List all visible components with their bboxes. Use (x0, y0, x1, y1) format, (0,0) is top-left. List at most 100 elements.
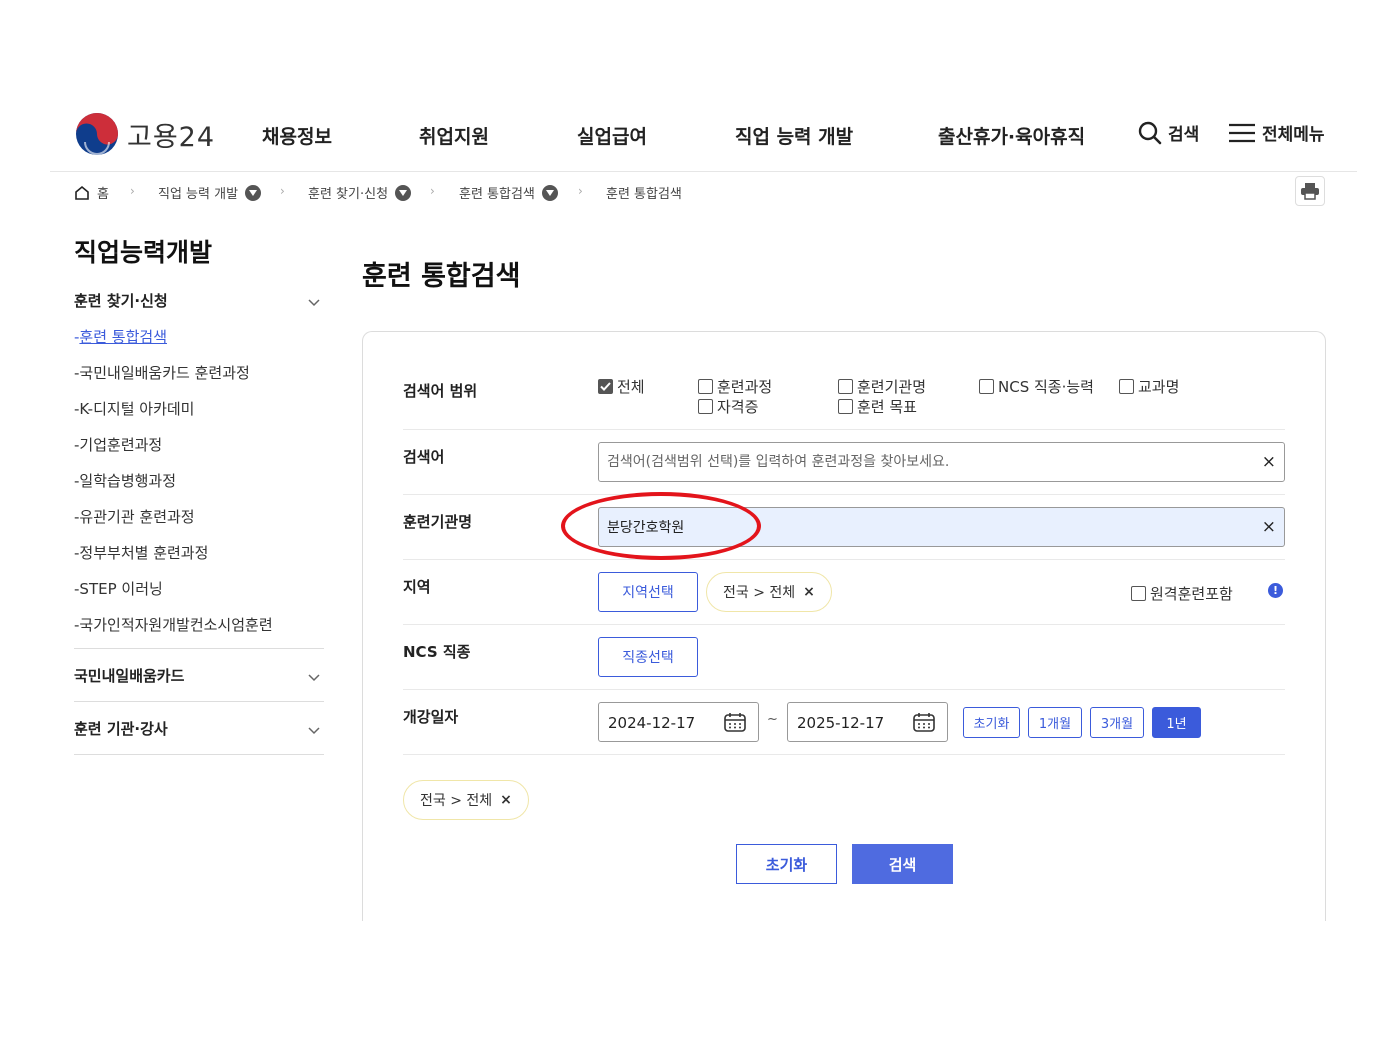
ncs-select-button[interactable]: 직종선택 (598, 637, 698, 677)
selected-filter-tag: 전국 > 전체 × (403, 780, 529, 820)
keyword-row: 검색어 × (403, 430, 1285, 495)
divider (74, 701, 324, 702)
keyword-field: × (598, 442, 1285, 482)
sidebar-sublist: -훈련 통합검색 -국민내일배움카드 훈련과정 -K-디지털 아카데미 -기업훈… (74, 326, 324, 650)
divider (74, 754, 324, 755)
nav-item-employment-support[interactable]: 취업지원 (419, 122, 489, 149)
checkbox-checked-icon (598, 379, 613, 394)
sidebar-item-work-study[interactable]: -일학습병행과정 (74, 470, 324, 506)
close-icon[interactable]: × (1262, 517, 1276, 537)
logo[interactable]: 고용24 (75, 112, 215, 156)
taegeuk-logo-icon (76, 113, 118, 155)
checkbox-icon (979, 379, 994, 394)
info-icon[interactable]: ! (1268, 583, 1283, 598)
chevron-down-icon (308, 299, 320, 307)
site-header: 고용24 채용정보 취업지원 실업급여 직업 능력 개발 출산휴가·육아휴직 검… (50, 100, 1357, 172)
search-label: 검색 (1168, 125, 1200, 145)
printer-icon (1301, 183, 1319, 200)
keyword-input[interactable] (607, 443, 1247, 481)
breadcrumb-separator-icon: › (280, 184, 285, 198)
start-date-field[interactable]: 2024-12-17 (598, 702, 759, 742)
divider (74, 648, 324, 649)
sidebar-item-k-digital-academy[interactable]: -K-디지털 아카데미 (74, 398, 324, 434)
region-tag: 전국 > 전체 × (706, 572, 832, 612)
scope-checkbox-ncs[interactable]: NCS 직종·능력 (979, 376, 1094, 397)
breadcrumb-separator-icon: › (578, 184, 583, 198)
end-date-field[interactable]: 2025-12-17 (787, 702, 948, 742)
nav-item-jobs[interactable]: 채용정보 (262, 122, 332, 149)
sidebar-group-naeil-card[interactable]: 국민내일배움카드 (74, 665, 324, 701)
breadcrumb-separator-icon: › (130, 184, 135, 198)
search-submit-button[interactable]: 검색 (852, 844, 953, 884)
sidebar-item-step-elearning[interactable]: -STEP 이러닝 (74, 578, 324, 614)
sidebar-group-training-find[interactable]: 훈련 찾기·신청 (74, 290, 324, 326)
checkbox-icon (1131, 586, 1146, 601)
sidebar-item-ministry-training[interactable]: -정부부처별 훈련과정 (74, 542, 324, 578)
keyword-label: 검색어 (403, 448, 445, 466)
chevron-down-icon[interactable] (395, 184, 412, 201)
tag-remove-icon[interactable]: × (500, 792, 512, 808)
sidebar-item-related-agency[interactable]: -유관기관 훈련과정 (74, 506, 324, 542)
nav-item-vocational-training[interactable]: 직업 능력 개발 (735, 122, 853, 149)
date-separator: ~ (767, 712, 778, 727)
nav-item-unemployment-benefit[interactable]: 실업급여 (577, 122, 647, 149)
sidebar-group-institution-instructor[interactable]: 훈련 기관·강사 (74, 718, 324, 754)
region-select-button[interactable]: 지역선택 (598, 572, 698, 612)
institution-input[interactable] (607, 508, 1247, 546)
print-button[interactable] (1295, 176, 1325, 206)
remote-training-checkbox[interactable]: 원격훈련포함 (1131, 583, 1233, 604)
chevron-down-icon[interactable] (541, 184, 558, 201)
ncs-label: NCS 직종 (403, 643, 471, 661)
checkbox-icon (838, 379, 853, 394)
breadcrumb-home[interactable]: 홈 (74, 183, 109, 202)
breadcrumb-item-vocational[interactable]: 직업 능력 개발 (158, 183, 262, 202)
breadcrumb-current: 훈련 통합검색 (606, 187, 682, 202)
region-row: 지역 지역선택 전국 > 전체 × 원격훈련포함 ! (403, 560, 1285, 625)
search-form: 검색어 범위 전체 훈련과정 자격증 훈련기관명 훈련 목표 NCS 직종·능력 (362, 331, 1326, 921)
checkbox-icon (698, 379, 713, 394)
reset-button[interactable]: 초기화 (736, 844, 837, 884)
sidebar-item-integrated-search[interactable]: -훈련 통합검색 (74, 326, 324, 362)
chevron-down-icon[interactable] (245, 184, 262, 201)
tag-remove-icon[interactable]: × (803, 584, 815, 600)
chevron-down-icon (308, 727, 320, 735)
period-label: 개강일자 (403, 708, 459, 726)
all-menu-button[interactable]: 전체메뉴 (1228, 120, 1325, 145)
scope-checkbox-subject[interactable]: 교과명 (1119, 376, 1179, 397)
period-reset-button[interactable]: 초기화 (963, 707, 1020, 738)
scope-checkbox-certificate[interactable]: 자격증 (698, 396, 758, 417)
scope-checkbox-institution[interactable]: 훈련기관명 (838, 376, 926, 397)
breadcrumb-separator-icon: › (430, 184, 435, 198)
all-menu-label: 전체메뉴 (1262, 125, 1325, 145)
search-icon (1138, 121, 1162, 144)
scope-label: 검색어 범위 (403, 382, 478, 400)
scope-checkbox-all[interactable]: 전체 (598, 376, 645, 397)
scope-checkbox-goal[interactable]: 훈련 목표 (838, 396, 917, 417)
scope-checkbox-course[interactable]: 훈련과정 (698, 376, 772, 397)
chevron-down-icon (308, 674, 320, 682)
sidebar-nav: 훈련 찾기·신청 -훈련 통합검색 -국민내일배움카드 훈련과정 -K-디지털 … (74, 290, 324, 755)
end-date-value: 2025-12-17 (797, 714, 885, 732)
sidebar-item-consortium-training[interactable]: -국가인적자원개발컨소시엄훈련 (74, 614, 324, 650)
institution-row: 훈련기관명 × (403, 495, 1285, 560)
hamburger-menu-icon (1229, 123, 1255, 142)
period-3month-button[interactable]: 3개월 (1090, 707, 1144, 738)
calendar-icon[interactable] (724, 712, 746, 732)
sidebar-title: 직업능력개발 (74, 238, 213, 267)
ncs-row: NCS 직종 직종선택 (403, 625, 1285, 690)
sidebar-item-naeil-card-course[interactable]: -국민내일배움카드 훈련과정 (74, 362, 324, 398)
logo-text: 고용24 (127, 121, 216, 153)
start-date-value: 2024-12-17 (608, 714, 696, 732)
breadcrumb-item-integrated-search[interactable]: 훈련 통합검색 (459, 183, 558, 202)
close-icon[interactable]: × (1262, 452, 1276, 472)
period-1month-button[interactable]: 1개월 (1028, 707, 1082, 738)
nav-item-parental-leave[interactable]: 출산휴가·육아휴직 (938, 122, 1085, 149)
breadcrumb-item-training-find[interactable]: 훈련 찾기·신청 (308, 183, 412, 202)
checkbox-icon (698, 399, 713, 414)
period-1year-button[interactable]: 1년 (1152, 707, 1201, 738)
checkbox-icon (1119, 379, 1134, 394)
calendar-icon[interactable] (913, 712, 935, 732)
sidebar-item-corporate-training[interactable]: -기업훈련과정 (74, 434, 324, 470)
search-button[interactable]: 검색 (1138, 120, 1199, 145)
home-icon (75, 185, 89, 200)
